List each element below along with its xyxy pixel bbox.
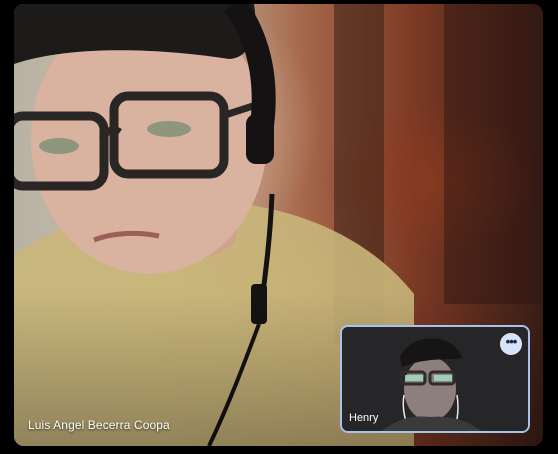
participant-name-label: Luis Angel Becerra Coopa bbox=[28, 418, 170, 432]
more-horiz-icon: ••• bbox=[505, 333, 518, 349]
video-call-window: Luis Angel Becerra Coopa ••• Henry bbox=[0, 0, 558, 454]
self-view-name-label: Henry bbox=[349, 412, 379, 424]
self-view-tile[interactable]: ••• Henry bbox=[340, 325, 530, 433]
more-options-button[interactable]: ••• bbox=[500, 333, 522, 355]
